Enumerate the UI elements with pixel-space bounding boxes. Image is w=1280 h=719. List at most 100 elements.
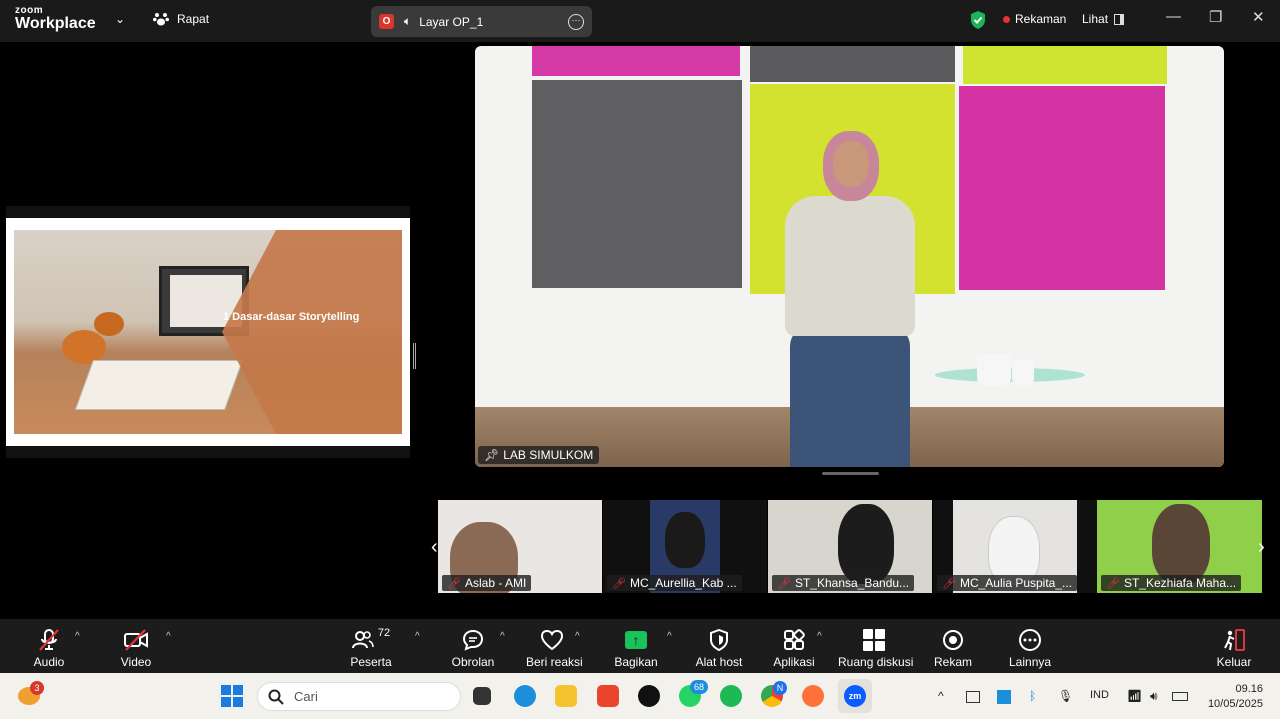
participant-tile[interactable]: 🎤︎ ST_Khansa_Bandu... (768, 500, 932, 593)
recording-status[interactable]: Rekaman (1003, 12, 1066, 26)
flower-pot (977, 354, 1011, 386)
bluetooth-icon[interactable]: ᛒ (1029, 689, 1036, 703)
more-options-icon[interactable]: ··· (568, 13, 584, 30)
battery-icon[interactable] (1172, 692, 1188, 701)
edge-icon[interactable] (514, 685, 536, 707)
recording-label: Rekaman (1015, 12, 1067, 26)
participant-name-tag: 🎤︎ MC_Aulia Puspita_... (937, 575, 1078, 591)
close-button[interactable]: ✕ (1252, 8, 1265, 26)
language-indicator[interactable]: IND (1090, 689, 1109, 701)
share-screen-button[interactable]: ↑ Bagikan (614, 627, 658, 669)
pumpkin-small-illustration (94, 312, 124, 336)
share-label: Layar OP_1 (419, 14, 484, 29)
participant-figure (1152, 504, 1210, 584)
apps-button[interactable]: Aplikasi (772, 627, 816, 669)
participants-options-caret[interactable]: ^ (415, 631, 420, 642)
view-layout-icon (1114, 13, 1125, 25)
windows-start-icon[interactable] (221, 685, 243, 707)
host-tools-label: Alat host (695, 655, 743, 669)
chrome-badge: N (773, 681, 787, 695)
participant-tile[interactable]: 🎤︎ MC_Aurellia_Kab ... (603, 500, 767, 593)
firefox-icon[interactable] (802, 685, 824, 707)
task-view-icon[interactable] (473, 687, 491, 705)
participant-tile[interactable]: 🎤︎ Aslab - AMI (438, 500, 602, 593)
mic-muted-icon: 🎤︎ (612, 577, 626, 590)
flower-pot (1012, 360, 1034, 386)
participant-name: ST_Khansa_Bandu... (794, 576, 910, 590)
speaker-name: LAB SIMULKOM (503, 448, 594, 462)
taskbar-search[interactable]: Cari (257, 682, 461, 711)
share-source-badge: O (379, 14, 394, 29)
resize-handle[interactable] (822, 472, 879, 475)
audio-options-caret[interactable]: ^ (75, 631, 80, 642)
screen-share-indicator[interactable]: O 🔈︎ Layar OP_1 ··· (371, 6, 592, 37)
participant-tile[interactable]: 🎤︎ ST_Kezhiafa Maha... (1097, 500, 1262, 593)
reactions-label: Beri reaksi (526, 655, 583, 669)
participant-name: ST_Kezhiafa Maha... (1123, 576, 1237, 590)
splitter-handle[interactable] (413, 343, 416, 369)
video-label: Video (120, 655, 152, 669)
participant-name-tag: 🎤︎ Aslab - AMI (442, 575, 532, 591)
defender-icon[interactable] (997, 690, 1011, 704)
apps-options-caret[interactable]: ^ (817, 631, 822, 642)
chevron-left-icon[interactable]: ‹ (431, 536, 438, 559)
host-tools-button[interactable]: Alat host (695, 627, 743, 669)
mic-muted-icon (30, 627, 68, 653)
participants-button[interactable]: 72 Peserta (348, 627, 394, 669)
video-off-icon (118, 627, 154, 653)
leave-button[interactable]: Keluar (1215, 627, 1253, 669)
slide-frame: 1 Dasar-dasar Storytelling (6, 218, 410, 446)
audio-button[interactable]: Audio (30, 627, 68, 669)
participant-strip: 🎤︎ Aslab - AMI 🎤︎ MC_Aurellia_Kab ... 🎤︎ ST… (438, 500, 1262, 593)
video-options-caret[interactable]: ^ (166, 631, 171, 642)
participant-name: MC_Aulia Puspita_... (959, 576, 1073, 590)
mic-muted-icon: 🎤︎ (447, 577, 461, 590)
volume-icon[interactable]: 🔊︎ (1150, 689, 1158, 704)
active-speaker-video[interactable]: 📌︎ LAB SIMULKOM (475, 46, 1224, 467)
reactions-options-caret[interactable]: ^ (575, 631, 580, 642)
shared-screen[interactable]: 1 Dasar-dasar Storytelling (6, 206, 410, 458)
pumpkin-illustration (62, 330, 106, 364)
share-options-caret[interactable]: ^ (667, 631, 672, 642)
wps-office-icon[interactable] (597, 685, 619, 707)
spotify-icon[interactable] (720, 685, 742, 707)
participants-count: 72 (377, 627, 391, 639)
tiktok-icon[interactable] (638, 685, 660, 707)
show-hidden-icons-chevron[interactable]: ^ (938, 689, 944, 703)
view-label: Lihat (1082, 12, 1109, 26)
view-button[interactable]: Lihat (1082, 12, 1125, 26)
shield-icon (695, 627, 743, 653)
chat-options-caret[interactable]: ^ (500, 631, 505, 642)
chevron-down-icon[interactable]: ⌄ (115, 12, 125, 26)
mic-muted-icon: 🎤︎ (942, 577, 956, 590)
zoom-logo[interactable]: zoom Workplace (15, 6, 96, 32)
security-shield-icon[interactable] (969, 10, 987, 35)
zoom-taskbar-active[interactable]: zm (838, 679, 872, 713)
recording-dot-icon (1003, 15, 1010, 23)
more-button[interactable]: Lainnya (1009, 627, 1051, 669)
zoom-app-icon: zm (844, 685, 866, 707)
chevron-right-icon[interactable]: › (1258, 536, 1265, 559)
weather-badge: 3 (30, 681, 44, 695)
meeting-menu[interactable]: Rapat (153, 12, 209, 26)
slide-banner (222, 230, 402, 434)
system-clock[interactable]: 09.16 10/05/2025 (1203, 682, 1263, 712)
more-icon (1009, 627, 1051, 653)
leave-label: Keluar (1216, 655, 1252, 669)
chat-button[interactable]: Obrolan (451, 627, 495, 669)
breakout-rooms-button[interactable]: Ruang diskusi (838, 627, 913, 669)
participant-tile[interactable]: 🎤︎ MC_Aulia Puspita_... (933, 500, 1097, 593)
reactions-button[interactable]: Beri reaksi (526, 627, 583, 669)
minimize-button[interactable]: — (1166, 8, 1181, 25)
wifi-icon[interactable]: 📶︎ (1127, 689, 1142, 703)
clipboard-icon[interactable] (966, 691, 980, 703)
more-label: Lainnya (1009, 655, 1052, 669)
video-button[interactable]: Video (118, 627, 154, 669)
record-button[interactable]: Rekam (934, 627, 972, 669)
meeting-toolbar: Audio ^ Video ^ 72 Peserta ^ Obrolan ^ B… (0, 619, 1280, 673)
restore-button[interactable]: ❐ (1209, 8, 1222, 26)
heart-icon (526, 627, 578, 653)
mic-muted-icon: 🎤︎ (1106, 577, 1120, 590)
microphone-icon[interactable]: 🎙︎ (1058, 689, 1073, 703)
file-explorer-icon[interactable] (555, 685, 577, 707)
